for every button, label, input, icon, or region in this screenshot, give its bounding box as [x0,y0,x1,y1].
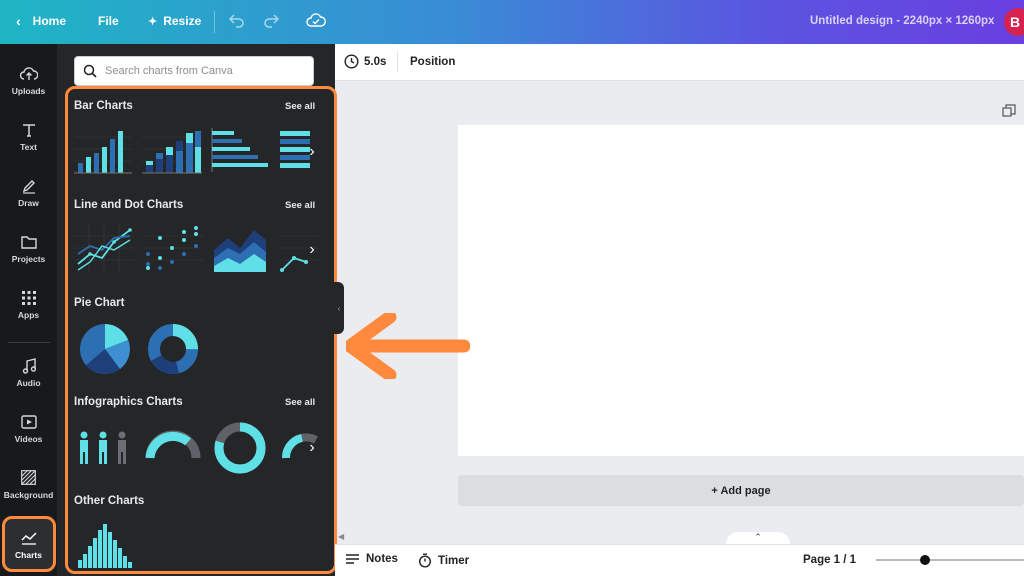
grid-icon [19,289,39,307]
resize-button[interactable]: ✦ Resize [148,14,201,28]
search-icon [83,64,97,78]
bar-chart-thumbnail-2[interactable] [142,125,202,175]
design-title[interactable]: Untitled design - 2240px × 1260px [810,15,994,27]
home-label: Home [32,14,67,28]
rail-item-background[interactable]: Background [0,458,57,510]
stopwatch-icon [418,553,432,568]
section-title-other-charts: Other Charts [74,495,145,507]
area-chart-thumbnail[interactable] [210,224,270,274]
gauge-infographic-thumbnail[interactable] [144,428,202,462]
rail-label: Background [3,489,54,500]
duration-value: 5.0s [364,55,387,68]
duplicate-page-icon[interactable] [1002,104,1016,123]
people-infographic-thumbnail[interactable] [76,430,134,466]
rail-item-charts[interactable]: Charts [0,518,57,570]
page-indicator[interactable]: Page 1 / 1 [803,554,856,566]
line-chart-thumbnail-1[interactable] [74,224,134,274]
rail-label: Draw [18,197,39,208]
rail-label: Text [20,141,37,152]
notes-label: Notes [366,553,398,565]
rail-label: Audio [16,377,41,388]
bar-chart-thumbnail-3[interactable] [210,128,270,172]
file-menu-button[interactable]: File [98,14,119,28]
rail-divider [8,342,50,343]
video-icon [19,413,39,431]
rail-item-uploads[interactable]: Uploads [0,54,57,106]
chevron-right-icon[interactable]: › [302,240,322,260]
rail-item-videos[interactable]: Videos [0,402,57,454]
chevron-left-icon: ‹ [16,13,21,29]
rail-label: Projects [11,253,46,264]
see-all-bar-charts[interactable]: See all [285,101,315,112]
timer-label: Timer [438,554,470,567]
zoom-slider-handle[interactable] [920,555,930,565]
histogram-thumbnail[interactable] [76,520,134,568]
music-note-icon [19,357,39,375]
section-title-pie-chart: Pie Chart [74,297,125,309]
see-all-infographics[interactable]: See all [285,397,315,408]
rail-label: Uploads [11,85,46,96]
toolbar-divider [397,52,398,72]
top-bar: ‹ Home File ✦ Resize Untitled design - 2… [0,0,1024,44]
donut-chart-thumbnail[interactable] [146,322,200,376]
section-title-bar-charts: Bar Charts [74,100,133,112]
pointer-arrow [346,313,470,379]
section-title-line-charts: Line and Dot Charts [74,199,184,211]
section-title-infographics: Infographics Charts [74,396,183,408]
scroll-left-caret[interactable]: ◀ [338,532,344,541]
notes-icon [346,554,359,564]
resize-label: Resize [163,14,202,28]
home-button[interactable]: ‹ Home [16,13,66,29]
rail-item-text[interactable]: Text [0,110,57,162]
timer-button[interactable]: Timer [418,553,469,568]
rail-item-audio[interactable]: Audio [0,346,57,398]
redo-icon[interactable] [262,11,280,34]
rail-label: Videos [14,433,43,444]
dot-chart-thumbnail[interactable] [142,224,204,274]
notes-button[interactable]: Notes [345,553,398,565]
bar-chart-thumbnail-1[interactable] [74,125,132,175]
undo-icon[interactable] [228,11,246,34]
avatar-initial: B [1009,14,1021,30]
design-page[interactable] [458,125,1024,456]
search-box[interactable] [74,56,314,86]
upload-cloud-icon [19,65,39,83]
search-input[interactable] [105,65,295,77]
zoom-slider-track[interactable] [876,559,1024,561]
position-button[interactable]: Position [410,56,455,68]
folder-icon [19,233,39,251]
chevron-right-icon[interactable]: › [302,142,322,162]
duration-button[interactable]: 5.0s [344,54,386,69]
cloud-saved-icon[interactable] [306,11,326,36]
add-page-button[interactable]: + Add page [458,475,1024,506]
collapse-panel-handle[interactable]: ‹ [334,282,344,334]
rail-item-draw[interactable]: Draw [0,166,57,218]
chevron-right-icon[interactable]: › [302,438,322,458]
clock-icon [344,54,359,69]
rail-item-apps[interactable]: Apps [0,278,57,330]
ring-infographic-thumbnail[interactable] [212,420,268,476]
rail-label: Charts [15,549,42,560]
avatar[interactable]: B [1004,8,1024,36]
text-T-icon [19,121,39,139]
see-all-line-charts[interactable]: See all [285,200,315,211]
pen-icon [19,177,39,195]
hatch-icon [19,469,39,487]
toolbar-divider [214,11,215,33]
rail-label: Apps [17,309,40,320]
rail-item-projects[interactable]: Projects [0,222,57,274]
pie-chart-thumbnail[interactable] [78,322,132,376]
chart-line-icon [19,529,39,547]
sparkle-icon: ✦ [148,15,158,28]
